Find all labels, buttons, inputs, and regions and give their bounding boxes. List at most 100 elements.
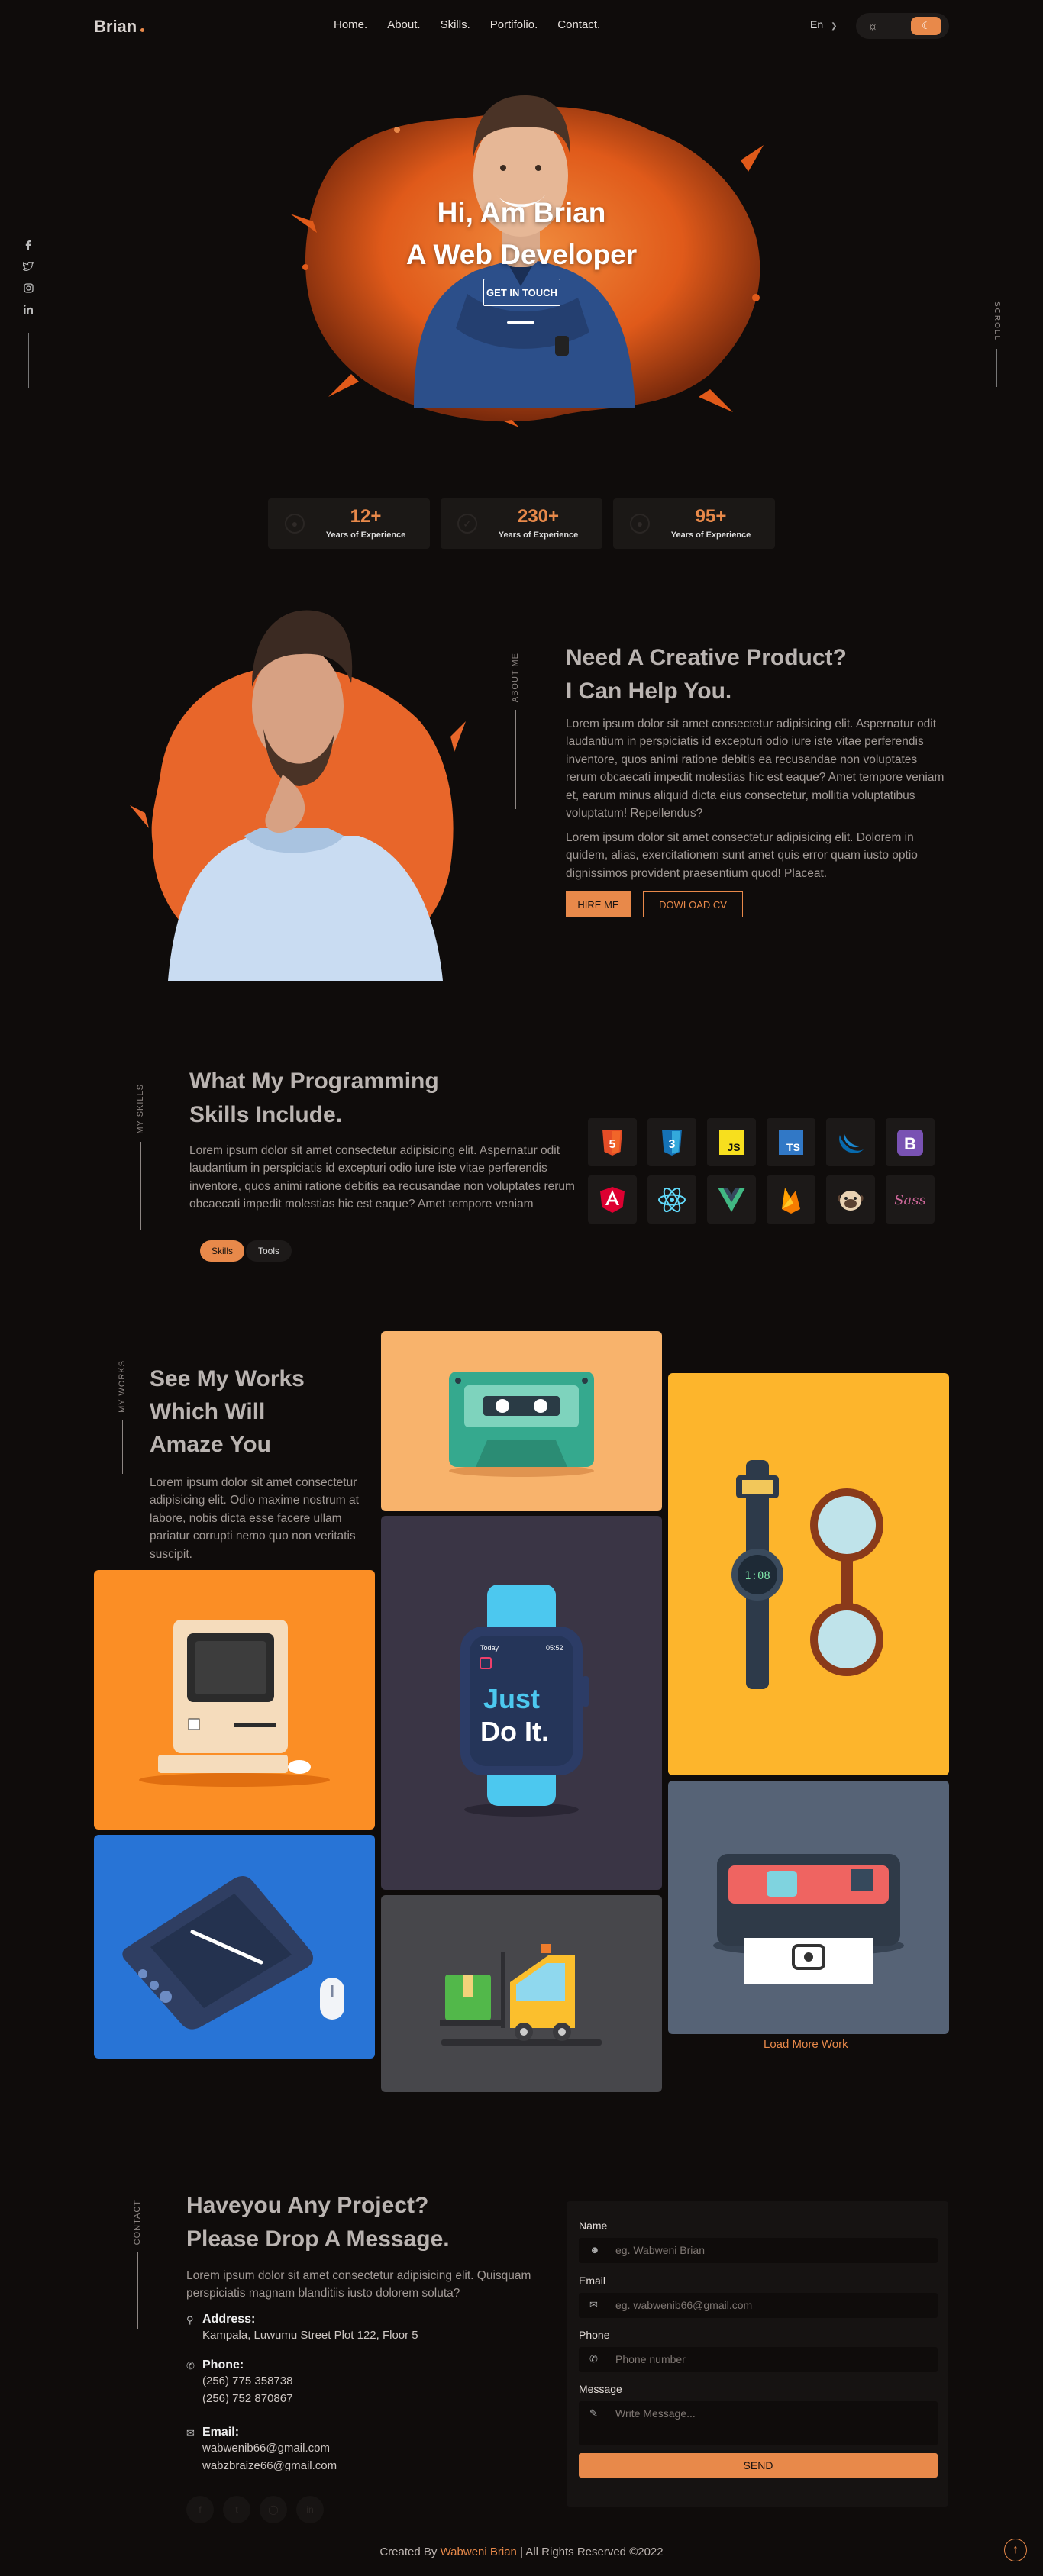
moon-icon[interactable]: ☾ (911, 17, 941, 35)
phone-value-1[interactable]: (256) 775 358738 (202, 2372, 292, 2390)
contact-heading: Haveyou Any Project? Please Drop A Messa… (186, 2189, 450, 2256)
works-label-line (121, 1420, 123, 1474)
name-field[interactable]: ☻ eg. Wabweni Brian (579, 2238, 938, 2263)
work-card-cassette[interactable] (381, 1331, 662, 1511)
typescript-icon: TS (767, 1118, 815, 1166)
nav-contact[interactable]: Contact. (557, 18, 600, 31)
logo[interactable]: Brian (94, 17, 145, 37)
skills-heading: What My Programming Skills Include. (189, 1065, 439, 1132)
typescript-label: TS (786, 1141, 800, 1153)
footer-suffix: | All Rights Reserved ©2022 (516, 2545, 664, 2558)
about-heading-line1: Need A Creative Product? (566, 645, 847, 670)
about-portrait (130, 610, 466, 981)
forklift-illustration (440, 1944, 602, 2046)
get-in-touch-button[interactable]: GET IN TOUCH (483, 279, 560, 306)
contact-social-links: f t ◯ in (186, 2496, 324, 2523)
stat-label: Years of Experience (670, 530, 751, 540)
skills-side-label: MY SKILLS (136, 1084, 145, 1230)
contact-heading-line2: Please Drop A Message. (186, 2226, 450, 2252)
logo-text: Brian (94, 17, 137, 36)
instagram-icon[interactable] (23, 281, 34, 295)
work-card-forklift[interactable] (381, 1895, 662, 2092)
scroll-indicator[interactable]: SCROLL (993, 301, 1001, 388)
skills-heading-line1: What My Programming (189, 1069, 439, 1094)
skills-label-line (140, 1141, 141, 1230)
hero-title-1: Hi, Am Brian (437, 197, 606, 228)
nav-about[interactable]: About. (387, 18, 420, 31)
work-card-camera[interactable] (668, 1781, 949, 2034)
nav-portfolio[interactable]: Portifolio. (490, 18, 538, 31)
phone-value-2[interactable]: (256) 752 870867 (202, 2390, 292, 2407)
email-field[interactable]: ✉ eg. wabwenib66@gmail.com (579, 2293, 938, 2318)
nav-skills[interactable]: Skills. (441, 18, 470, 31)
nav-home[interactable]: Home. (334, 18, 367, 31)
phone-field[interactable]: ✆ Phone number (579, 2347, 938, 2372)
works-paragraph: Lorem ipsum dolor sit amet consectetur a… (150, 1476, 359, 1561)
portfolio-page: Brian Home. About. Skills. Portifolio. C… (0, 0, 1043, 2576)
linkedin-icon[interactable]: in (296, 2496, 324, 2523)
javascript-label: JS (727, 1141, 740, 1153)
about-section-label: ABOUT ME (511, 653, 520, 703)
twitter-icon[interactable]: t (223, 2496, 250, 2523)
hero-title-2: A Web Developer (405, 239, 638, 270)
phone-icon: ✆ (186, 2360, 195, 2371)
work-card-smartwatch[interactable]: Today 05:52 Just Do It. (381, 1516, 662, 1890)
firebase-icon (767, 1175, 815, 1224)
message-placeholder: Write Message... (615, 2407, 696, 2420)
stat-card: ✓ 230+ Years of Experience (441, 498, 602, 549)
arrow-up-icon: ↑ (1012, 2543, 1019, 2556)
name-label: Name (579, 2220, 608, 2232)
work-card-tablet[interactable] (94, 1835, 375, 2059)
scroll-to-top-button[interactable]: ↑ (1004, 2539, 1027, 2561)
download-cv-button[interactable]: DOWLOAD CV (643, 891, 743, 917)
tab-tools[interactable]: Tools (246, 1240, 292, 1262)
nav-menu: Home. About. Skills. Portifolio. Contact… (334, 18, 620, 31)
scroll-label: SCROLL (993, 301, 1001, 342)
location-pin-icon: ⚲ (186, 2314, 194, 2326)
skills-paragraph: Lorem ipsum dolor sit amet consectetur a… (189, 1144, 575, 1211)
footer: Created By Wabweni Brian | All Rights Re… (0, 2545, 1043, 2558)
tab-skills[interactable]: Skills (200, 1240, 244, 1262)
skills-heading-line2: Skills Include. (189, 1102, 343, 1127)
about-heading: Need A Creative Product? I Can Help You. (566, 641, 847, 708)
mail-icon: ✉ (186, 2427, 195, 2439)
phone-placeholder: Phone number (615, 2353, 686, 2365)
email-block: ✉ Email: wabwenib66@gmail.com wabzbraize… (186, 2426, 337, 2474)
javascript-icon: JS (707, 1118, 756, 1166)
stat-icon: ● (630, 514, 650, 534)
instagram-icon[interactable]: ◯ (260, 2496, 287, 2523)
sun-icon[interactable]: ☼ (864, 17, 882, 35)
chat-icon: ✎ (589, 2407, 598, 2419)
work-card-watch-glasses[interactable]: 1:08 (668, 1373, 949, 1775)
about-heading-line2: I Can Help You. (566, 679, 732, 704)
scroll-line (996, 349, 997, 388)
jquery-icon (826, 1118, 875, 1166)
watch-glasses-illustration: 1:08 (731, 1459, 883, 1689)
send-button[interactable]: SEND (579, 2453, 938, 2478)
language-select[interactable]: En ❯ (810, 18, 838, 31)
footer-prefix: Created By (379, 2545, 441, 2558)
hero-slider-indicator[interactable] (507, 321, 534, 324)
message-field[interactable]: ✎ Write Message... (579, 2401, 938, 2445)
facebook-icon[interactable]: f (186, 2496, 214, 2523)
mail-icon: ✉ (589, 2299, 598, 2310)
stat-label: Years of Experience (325, 530, 406, 540)
bootstrap-icon: B (886, 1118, 935, 1166)
contact-side-label: CONTACT (133, 2200, 142, 2329)
hire-me-button[interactable]: HIRE ME (566, 891, 631, 917)
address-value: Kampala, Luwumu Street Plot 122, Floor 5 (202, 2329, 418, 2342)
load-more-link[interactable]: Load More Work (764, 2038, 848, 2051)
footer-author-link[interactable]: Wabweni Brian (441, 2545, 517, 2558)
name-placeholder: eg. Wabweni Brian (615, 2244, 705, 2256)
linkedin-icon[interactable] (23, 302, 34, 316)
email-value-2[interactable]: wabzbraize66@gmail.com (202, 2457, 337, 2474)
stat-label: Years of Experience (498, 530, 579, 540)
works-side-label: MY WORKS (118, 1360, 127, 1474)
contact-paragraph: Lorem ipsum dolor sit amet consectetur a… (186, 2269, 531, 2300)
stat-card: ● 95+ Years of Experience (613, 498, 775, 549)
email-value-1[interactable]: wabwenib66@gmail.com (202, 2439, 337, 2457)
contact-label-line (137, 2252, 138, 2329)
work-card-computer[interactable] (94, 1570, 375, 1830)
angular-icon (588, 1175, 637, 1224)
theme-toggle[interactable]: ☼ ☾ (856, 13, 949, 39)
